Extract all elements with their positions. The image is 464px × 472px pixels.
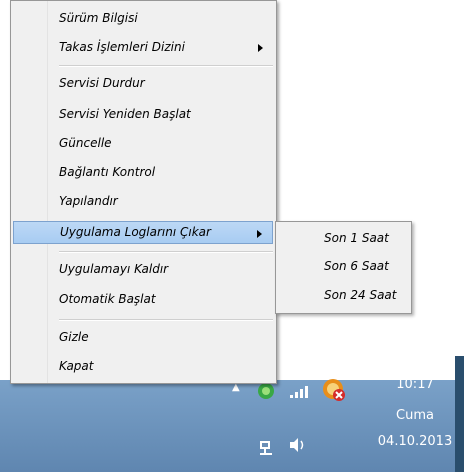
clock-time[interactable]: 10:17 <box>385 377 445 392</box>
submenu-item-label: Son 1 Saat <box>324 231 389 245</box>
menu-item-label: Yapılandır <box>59 194 118 208</box>
menu-item-label: Gizle <box>59 330 89 344</box>
menu-item-label: Bağlantı Kontrol <box>59 165 156 179</box>
submenu-item-son-1-saat[interactable]: Son 1 Saat <box>278 227 408 250</box>
submenu-arrow-icon <box>258 44 263 52</box>
submenu-item-son-24-saat[interactable]: Son 24 Saat <box>278 284 408 307</box>
menu-item-uygulama-loglarini-cikar[interactable]: Uygulama Loglarını Çıkar <box>13 221 273 244</box>
submenu-item-label: Son 6 Saat <box>324 259 389 273</box>
menu-item-baglanti-kontrol[interactable]: Bağlantı Kontrol <box>13 161 273 184</box>
menu-item-label: Servisi Yeniden Başlat <box>59 107 191 121</box>
menu-separator <box>59 251 273 253</box>
clock-date[interactable]: 04.10.2013 <box>365 434 464 449</box>
context-menu: Sürüm Bilgisi Takas İşlemleri Dizini Ser… <box>10 0 277 384</box>
menu-item-label: Uygulamayı Kaldır <box>59 262 169 276</box>
menu-item-takas-islemleri-dizini[interactable]: Takas İşlemleri Dizini <box>13 36 273 59</box>
menu-item-label: Güncelle <box>59 136 112 150</box>
taskbar-edge <box>455 356 464 472</box>
signal-bars-icon[interactable] <box>290 383 312 403</box>
volume-icon[interactable] <box>288 436 308 458</box>
menu-item-otomatik-baslat[interactable]: Otomatik Başlat <box>13 288 273 311</box>
menu-item-label: Kapat <box>59 359 94 373</box>
menu-item-label: Otomatik Başlat <box>59 292 156 306</box>
app-error-icon[interactable] <box>322 378 346 406</box>
submenu-arrow-icon <box>257 230 262 238</box>
menu-item-servisi-yeniden-baslat[interactable]: Servisi Yeniden Başlat <box>13 103 273 126</box>
menu-item-guncelle[interactable]: Güncelle <box>13 132 273 155</box>
menu-item-label: Servisi Durdur <box>59 76 145 90</box>
menu-separator <box>59 319 273 321</box>
submenu-item-label: Son 24 Saat <box>324 288 397 302</box>
green-app-icon[interactable] <box>257 382 275 404</box>
taskbar <box>0 380 464 472</box>
menu-item-uygulamayi-kaldir[interactable]: Uygulamayı Kaldır <box>13 258 273 281</box>
menu-item-label: Sürüm Bilgisi <box>59 11 138 25</box>
menu-item-servisi-durdur[interactable]: Servisi Durdur <box>13 72 273 95</box>
submenu-loglar: Son 1 Saat Son 6 Saat Son 24 Saat <box>275 221 412 314</box>
network-icon[interactable] <box>258 438 276 460</box>
menu-item-gizle[interactable]: Gizle <box>13 326 273 349</box>
menu-item-label: Takas İşlemleri Dizini <box>59 40 185 54</box>
menu-item-yapilandir[interactable]: Yapılandır <box>13 190 273 213</box>
menu-separator <box>59 65 273 67</box>
clock-day[interactable]: Cuma <box>385 408 445 423</box>
menu-item-kapat[interactable]: Kapat <box>13 355 273 378</box>
submenu-item-son-6-saat[interactable]: Son 6 Saat <box>278 255 408 278</box>
menu-item-surum-bilgisi[interactable]: Sürüm Bilgisi <box>13 7 273 30</box>
menu-item-label: Uygulama Loglarını Çıkar <box>60 225 211 239</box>
